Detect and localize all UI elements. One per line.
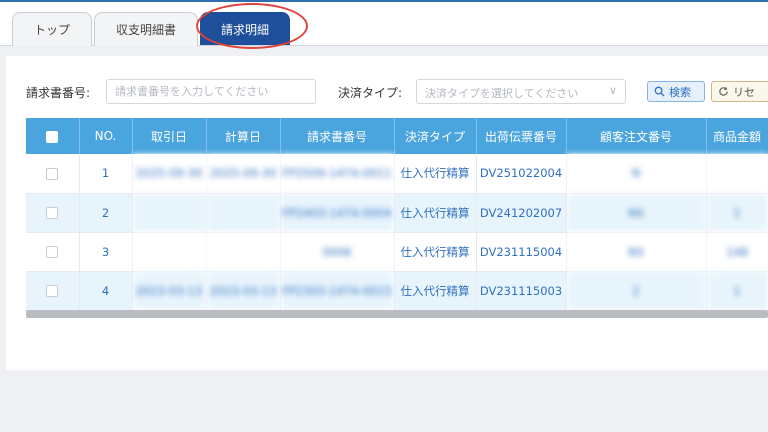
product-amount: 1: [706, 271, 768, 311]
column-header: 取引日: [132, 118, 207, 154]
trade-date: 2023-03-13: [132, 271, 207, 311]
payment-type: 仕入代行精算: [394, 154, 477, 194]
shipping-slip-number[interactable]: DV241202007: [476, 193, 567, 233]
row-checkbox-cell[interactable]: [26, 232, 80, 272]
row-checkbox-cell[interactable]: [26, 271, 80, 311]
search-icon: [654, 86, 665, 97]
horizontal-scrollbar[interactable]: [26, 310, 768, 318]
trade-date: 2025-09-30: [132, 154, 207, 194]
table-header-row: NO. 取引日 計算日 請求書番号 決済タイプ 出荷伝票番号 顧客注文番号 商品…: [26, 118, 768, 154]
main-panel: 請求書番号: 決済タイプ: 決済タイプを選択してください ∨ 検索 リセ NO.…: [6, 56, 768, 370]
calc-date: [206, 232, 281, 272]
product-amount: 148: [706, 232, 768, 272]
refresh-icon: [719, 87, 728, 96]
row-checkbox[interactable]: [46, 207, 59, 219]
calc-date: 2025-09-30: [206, 154, 281, 194]
trade-date: [132, 193, 207, 233]
trade-date: [132, 232, 207, 272]
row-number: 2: [79, 193, 133, 233]
invoice-number[interactable]: FP2303-1474-0015: [280, 271, 395, 311]
highlight-annotation: [196, 3, 308, 49]
payment-type-label: 決済タイプ:: [338, 86, 403, 100]
row-number: 1: [79, 154, 133, 194]
payment-type: 仕入代行精算: [394, 271, 477, 311]
select-all-checkbox[interactable]: [46, 130, 59, 143]
row-number: 3: [79, 232, 133, 272]
calc-date: [206, 193, 281, 233]
customer-order-number: N: [566, 154, 707, 194]
payment-type: 仕入代行精算: [394, 193, 477, 233]
invoice-number-label: 請求書番号:: [26, 86, 91, 100]
shipping-slip-number[interactable]: DV231115004: [476, 232, 567, 272]
invoice-number[interactable]: FP2403-1474-0004: [280, 193, 395, 233]
row-checkbox-cell[interactable]: [26, 154, 80, 194]
product-amount: [706, 154, 768, 194]
payment-type-select[interactable]: 決済タイプを選択してください ∨: [416, 79, 626, 104]
column-header: 請求書番号: [280, 118, 395, 154]
search-button-label: 検索: [669, 85, 691, 99]
payment-type: 仕入代行精算: [394, 232, 477, 272]
shipping-slip-number[interactable]: DV251022004: [476, 154, 567, 194]
customer-order-number: 2: [566, 271, 707, 311]
chevron-down-icon: ∨: [608, 84, 617, 97]
customer-order-number: NS: [566, 193, 707, 233]
tab-income-statement[interactable]: 収支明細書: [94, 12, 198, 46]
billing-table: NO. 取引日 計算日 請求書番号 決済タイプ 出荷伝票番号 顧客注文番号 商品…: [26, 118, 768, 311]
table-row[interactable]: 3 0006 仕入代行精算 DV231115004 NS 148: [26, 232, 768, 272]
invoice-number[interactable]: 0006: [280, 232, 395, 272]
row-checkbox[interactable]: [46, 246, 59, 258]
reset-button-label: リセ: [733, 85, 755, 99]
row-checkbox[interactable]: [46, 285, 59, 297]
customer-order-number: NS: [566, 232, 707, 272]
payment-type-placeholder: 決済タイプを選択してください: [425, 87, 579, 100]
row-checkbox[interactable]: [46, 167, 59, 180]
table-row[interactable]: 4 2023-03-13 2023-03-13 FP2303-1474-0015…: [26, 271, 768, 311]
column-header: 計算日: [206, 118, 281, 154]
column-header: 出荷伝票番号: [476, 118, 567, 154]
table-row[interactable]: 2 FP2403-1474-0004 仕入代行精算 DV241202007 NS…: [26, 193, 768, 233]
row-checkbox-cell[interactable]: [26, 193, 80, 233]
invoice-number[interactable]: FP2509-1474-0011: [280, 154, 395, 194]
invoice-number-input[interactable]: [106, 79, 316, 104]
column-header: 顧客注文番号: [566, 118, 707, 154]
row-number: 4: [79, 271, 133, 311]
search-button[interactable]: 検索: [647, 81, 705, 102]
product-amount: 1: [706, 193, 768, 233]
column-header: 商品金額: [706, 118, 768, 154]
select-all-checkbox-cell[interactable]: [26, 118, 80, 154]
calc-date: 2023-03-13: [206, 271, 281, 311]
shipping-slip-number[interactable]: DV231115003: [476, 271, 567, 311]
reset-button[interactable]: リセ: [711, 81, 768, 102]
column-header: 決済タイプ: [394, 118, 477, 154]
table-row[interactable]: 1 2025-09-30 2025-09-30 FP2509-1474-0011…: [26, 154, 768, 194]
filter-bar: 請求書番号: 決済タイプ: 決済タイプを選択してください ∨ 検索 リセ: [6, 76, 768, 106]
tab-top[interactable]: トップ: [12, 12, 92, 46]
tab-bar: トップ 収支明細書 請求明細: [0, 2, 768, 46]
column-header: NO.: [79, 118, 133, 154]
